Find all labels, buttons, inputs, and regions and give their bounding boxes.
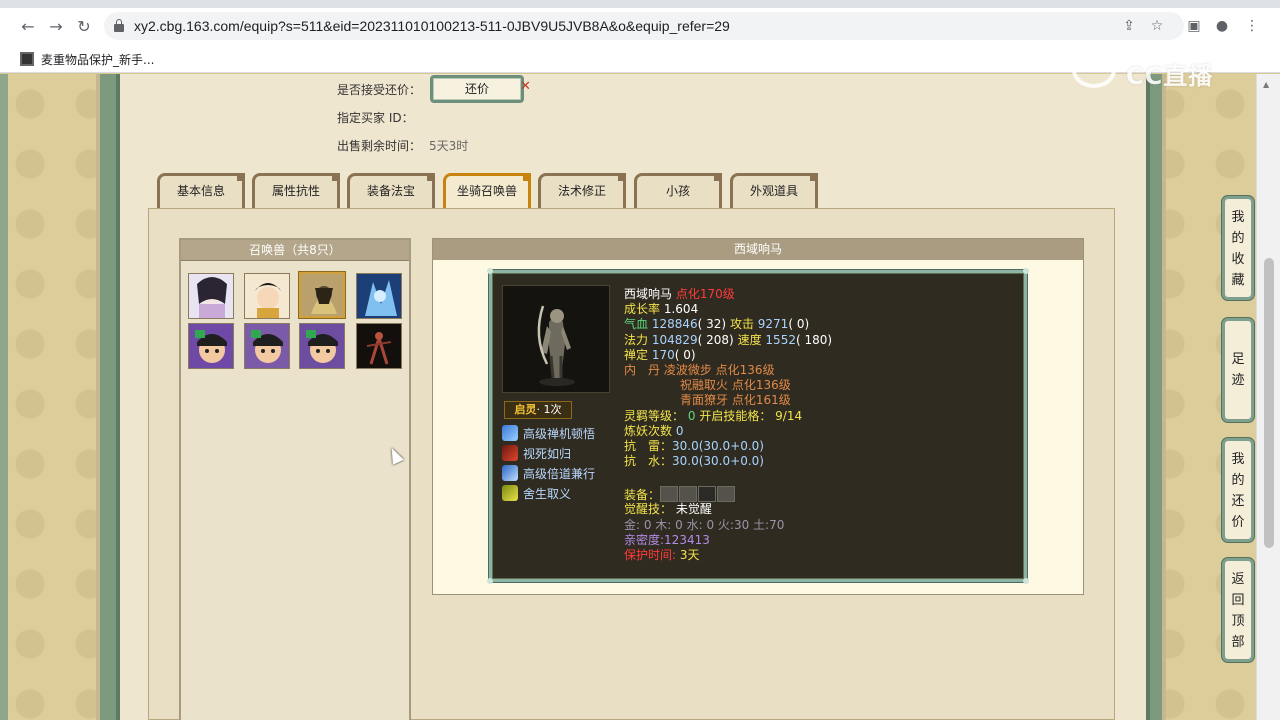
menu-icon[interactable]: ⋮ [1242, 16, 1262, 36]
page-scrollbar[interactable]: ▲ [1256, 74, 1280, 720]
speed-skill-icon [502, 465, 518, 481]
time-left-label: 出售剩余时间： [337, 139, 422, 153]
pet-thumb-4[interactable] [356, 273, 402, 319]
pet-detail-title: 西域响马 [433, 239, 1083, 260]
pet-thumb-6[interactable] [244, 323, 290, 369]
pet-list: 召唤兽（共8只） [179, 238, 411, 720]
buyer-id-label: 指定买家 ID： [337, 111, 414, 125]
footprint-button[interactable]: 足迹 [1222, 318, 1254, 422]
frame-right-pillar [1146, 74, 1166, 720]
scrollbar-thumb[interactable] [1264, 258, 1274, 548]
pet-portrait-image [502, 285, 610, 393]
skill-item[interactable]: 高级禅机顿悟 [502, 425, 595, 443]
equip-slot-3[interactable] [698, 486, 717, 503]
spirit-badge: 启灵· 1次 [504, 401, 572, 419]
close-icon[interactable]: ✕ [520, 79, 531, 94]
tab-attribute-resist[interactable]: 属性抗性 [252, 173, 340, 208]
tab-child[interactable]: 小孩 [634, 173, 722, 208]
pet-stats: 西域响马 点化170级 成长率 1.604 气血 128846( 32) 攻击 … [624, 287, 833, 562]
back-icon[interactable]: ← [18, 17, 38, 37]
lock-icon[interactable] [114, 19, 124, 32]
pet-thumb-8[interactable] [356, 323, 402, 369]
scroll-up-icon[interactable]: ▲ [1263, 80, 1269, 89]
skill-item[interactable]: 舍生取义 [502, 485, 571, 503]
pet-detail: 西域响马 启灵· 1次 高级禅机顿悟 视死如归 高级倍道兼行 舍生取义 西域响马… [432, 238, 1084, 595]
pet-card: 启灵· 1次 高级禅机顿悟 视死如归 高级倍道兼行 舍生取义 西域响马 点化17… [487, 268, 1029, 584]
fearless-skill-icon [502, 445, 518, 461]
content-area: 是否接受还价： 还价 ✕ 指定买家 ID： 出售剩余时间： 5天3时 基本信息 … [120, 74, 1146, 720]
my-favorites-button[interactable]: 我的收藏 [1222, 196, 1254, 300]
watermark-logo-icon [1072, 52, 1116, 88]
page-background: 是否接受还价： 还价 ✕ 指定买家 ID： 出售剩余时间： 5天3时 基本信息 … [0, 74, 1280, 720]
skill-item[interactable]: 视死如归 [502, 445, 571, 463]
tab-appearance[interactable]: 外观道具 [730, 173, 818, 208]
back-to-top-button[interactable]: 返回顶部 [1222, 558, 1254, 662]
pet-thumb-7[interactable] [299, 323, 345, 369]
tab-basic-info[interactable]: 基本信息 [157, 173, 245, 208]
bookmark-item[interactable]: 麦重物品保护_新手... [41, 51, 154, 68]
side-panel-icon[interactable]: ▣ [1184, 16, 1204, 36]
zen-skill-icon [502, 425, 518, 441]
bookmark-star-icon[interactable]: ☆ [1148, 17, 1166, 35]
bookmark-favicon-icon [20, 52, 34, 66]
url-text[interactable]: xy2.cbg.163.com/equip?s=511&eid=20231101… [134, 18, 730, 34]
counter-offer-button[interactable]: 还价 [430, 75, 524, 103]
stream-watermark: CC直播 [1072, 50, 1240, 90]
pet-thumb-1[interactable] [188, 273, 234, 319]
accept-counter-label: 是否接受还价： [337, 83, 422, 97]
tab-equipment[interactable]: 装备法宝 [347, 173, 435, 208]
pet-thumb-2[interactable] [244, 273, 290, 319]
time-left-value: 5天3时 [429, 139, 469, 153]
address-bar-row: ← → ↻ xy2.cbg.163.com/equip?s=511&eid=20… [0, 8, 1280, 45]
tab-panel: 召唤兽（共8只） 西域响马 启灵· 1次 高级禅机顿悟 视死如归 高级倍道兼行 … [148, 208, 1115, 720]
my-counter-offers-button[interactable]: 我的还价 [1222, 438, 1254, 542]
forward-icon[interactable]: → [46, 17, 66, 37]
equip-slot-4[interactable] [717, 486, 736, 503]
tab-strip [0, 0, 1280, 8]
equip-slot-2[interactable] [679, 486, 698, 503]
tab-mount-pets[interactable]: 坐骑召唤兽 [443, 173, 531, 208]
pet-thumb-3-selected[interactable] [299, 272, 345, 318]
skill-item[interactable]: 高级倍道兼行 [502, 465, 595, 483]
sacrifice-skill-icon [502, 485, 518, 501]
left-border [0, 74, 8, 720]
share-icon[interactable]: ⇪ [1120, 17, 1138, 35]
profile-icon[interactable]: ● [1212, 16, 1232, 36]
reload-icon[interactable]: ↻ [74, 17, 94, 37]
frame-left-pillar [96, 74, 120, 720]
pet-thumb-5[interactable] [188, 323, 234, 369]
pet-list-title: 召唤兽（共8只） [181, 240, 409, 261]
tab-spell-modifier[interactable]: 法术修正 [538, 173, 626, 208]
equip-slot-1[interactable] [660, 486, 679, 503]
omnibox[interactable]: xy2.cbg.163.com/equip?s=511&eid=20231101… [104, 12, 1184, 40]
